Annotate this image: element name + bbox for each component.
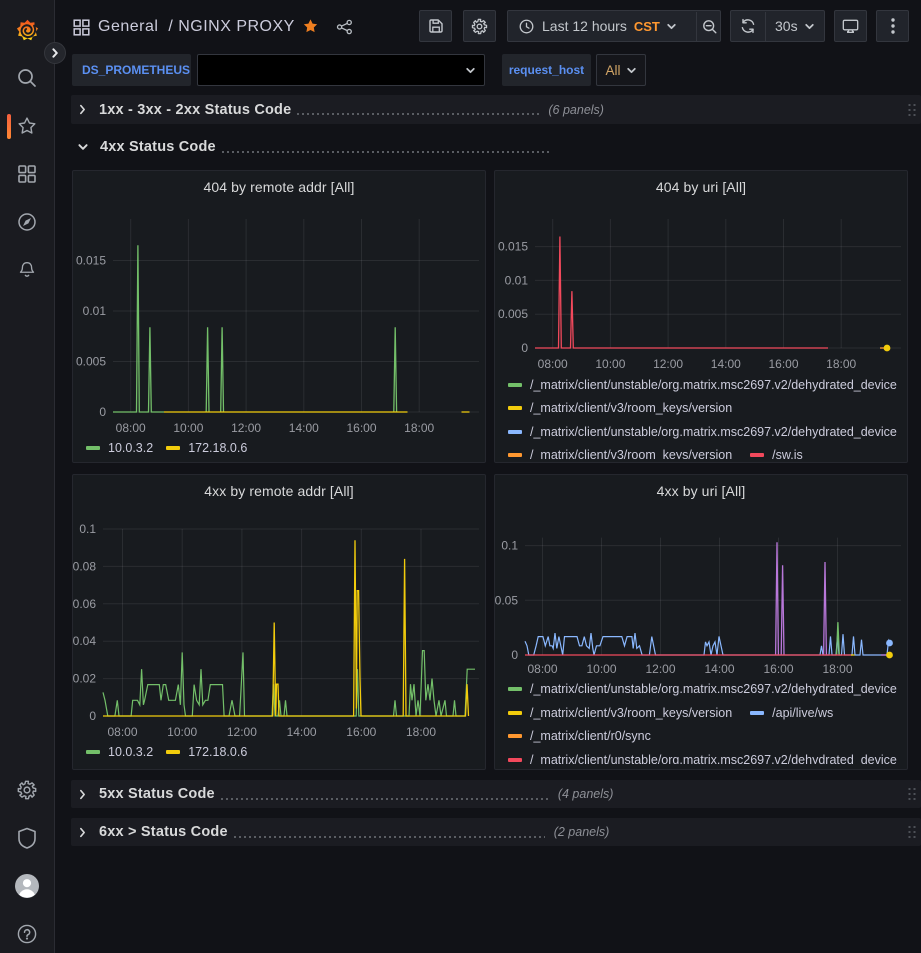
svg-text:12:00: 12:00 (227, 725, 257, 739)
svg-text:0.06: 0.06 (73, 597, 96, 611)
svg-text:14:00: 14:00 (287, 725, 317, 739)
svg-text:0.02: 0.02 (73, 672, 96, 686)
svg-text:0: 0 (99, 405, 106, 419)
svg-text:18:00: 18:00 (406, 725, 436, 739)
svg-text:12:00: 12:00 (231, 421, 261, 435)
svg-text:0.01: 0.01 (83, 304, 107, 318)
svg-text:08:00: 08:00 (107, 725, 137, 739)
svg-text:0.015: 0.015 (76, 254, 106, 268)
svg-text:0.04: 0.04 (73, 634, 96, 648)
svg-text:0.005: 0.005 (76, 355, 106, 369)
svg-text:10:00: 10:00 (167, 725, 197, 739)
svg-text:10:00: 10:00 (173, 421, 203, 435)
svg-text:16:00: 16:00 (346, 725, 376, 739)
svg-text:14:00: 14:00 (289, 421, 319, 435)
svg-text:18:00: 18:00 (404, 421, 434, 435)
svg-text:0.1: 0.1 (79, 522, 96, 536)
svg-text:16:00: 16:00 (346, 421, 376, 435)
svg-text:08:00: 08:00 (116, 421, 146, 435)
svg-text:0: 0 (89, 709, 96, 723)
svg-text:0.08: 0.08 (73, 559, 96, 573)
